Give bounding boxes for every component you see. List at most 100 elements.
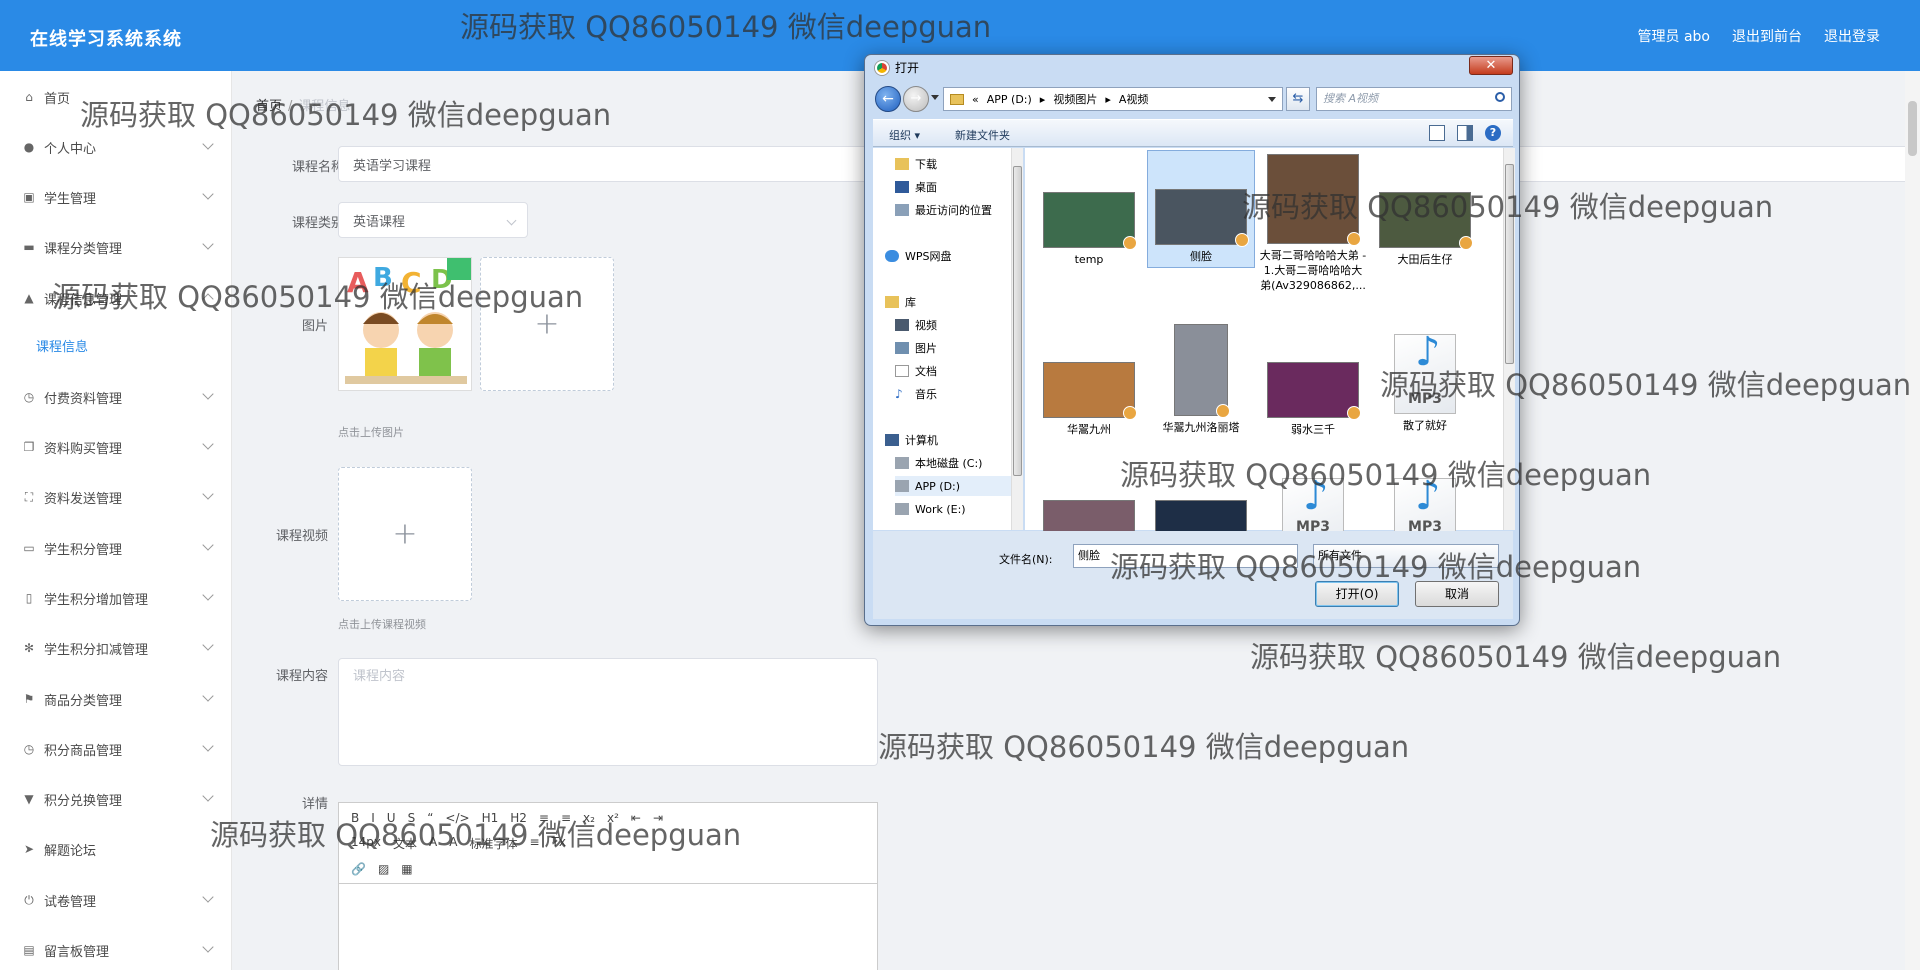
navigation-scrollbar[interactable] bbox=[1011, 148, 1023, 530]
file-item[interactable]: 华翯九州 bbox=[1035, 324, 1143, 437]
outdent-button[interactable]: ⇤ bbox=[631, 811, 641, 825]
file-list-scrollbar-thumb[interactable] bbox=[1505, 164, 1514, 364]
sidebar-item-points-exchange[interactable]: ▼ 积分兑换管理 bbox=[0, 779, 232, 819]
file-item[interactable]: ♪ MP3 散了就好 bbox=[1371, 324, 1479, 433]
clear-format-button[interactable]: Tx bbox=[552, 835, 566, 852]
forward-arrow-icon[interactable]: → bbox=[903, 86, 929, 112]
sidebar-item-points-deduct[interactable]: ✻ 学生积分扣减管理 bbox=[0, 628, 232, 668]
sidebar-item-message-board[interactable]: ▤ 留言板管理 bbox=[0, 930, 232, 970]
breadcrumb-home[interactable]: 首页 bbox=[256, 99, 282, 114]
file-item[interactable]: temp bbox=[1035, 154, 1143, 267]
font-size-select[interactable]: 14px bbox=[351, 835, 381, 852]
address-bar[interactable]: « APP (D:) ▸ 视频图片 ▸ A视频 bbox=[943, 87, 1283, 111]
open-button[interactable]: 打开(O) bbox=[1315, 581, 1399, 607]
file-item[interactable]: 大田后生仔 bbox=[1371, 154, 1479, 267]
code-button[interactable]: </> bbox=[445, 811, 469, 825]
path-segment-folder[interactable]: 视频图片 bbox=[1053, 91, 1097, 107]
help-icon[interactable]: ? bbox=[1485, 125, 1501, 141]
page-scrollbar-thumb[interactable] bbox=[1908, 101, 1917, 156]
course-content-textarea[interactable]: 课程内容 bbox=[338, 658, 878, 766]
file-item[interactable]: 弱水三千 bbox=[1259, 324, 1367, 437]
dialog-search-input[interactable]: 搜索 A视频 bbox=[1316, 87, 1512, 111]
sidebar-item-students[interactable]: ▣ 学生管理 bbox=[0, 177, 232, 217]
file-item[interactable]: 华翯九州洛丽塔 bbox=[1147, 324, 1255, 435]
path-segment-drive[interactable]: APP (D:) bbox=[987, 93, 1032, 106]
bullet-list-button[interactable]: ≡ bbox=[561, 811, 571, 825]
link-icon[interactable]: 🔗 bbox=[351, 862, 366, 876]
heading-select[interactable]: 文本 bbox=[393, 835, 417, 852]
view-mode-icon[interactable] bbox=[1429, 125, 1445, 141]
sidebar-item-profile[interactable]: ● 个人中心 bbox=[0, 127, 232, 167]
video-upload-box[interactable]: + bbox=[338, 467, 472, 601]
file-type-select[interactable]: 所有文件 bbox=[1313, 544, 1499, 568]
file-list-scrollbar[interactable] bbox=[1503, 148, 1515, 530]
sidebar-item-forum[interactable]: ➤ 解题论坛 bbox=[0, 829, 232, 869]
organize-button[interactable]: 组织 ▾ bbox=[889, 127, 920, 143]
h2-button[interactable]: H2 bbox=[510, 811, 527, 825]
file-item[interactable]: 大哥二哥哈哈哈大弟 - 1.大哥二哥哈哈哈大弟(Av329086862,... bbox=[1259, 154, 1367, 293]
filename-input[interactable]: 侧脸 bbox=[1073, 544, 1298, 568]
back-arrow-icon[interactable]: ← bbox=[875, 86, 901, 112]
course-category-select[interactable]: 英语课程 bbox=[338, 202, 528, 238]
sidebar-item-points-add[interactable]: ▯ 学生积分增加管理 bbox=[0, 578, 232, 618]
path-overflow[interactable]: « bbox=[972, 93, 979, 106]
play-icon bbox=[1235, 233, 1249, 247]
sidebar-item-goods-category[interactable]: ⚑ 商品分类管理 bbox=[0, 679, 232, 719]
new-folder-button[interactable]: 新建文件夹 bbox=[955, 127, 1010, 143]
font-color-button[interactable]: A bbox=[429, 835, 437, 852]
tree-item-label: 桌面 bbox=[915, 181, 937, 194]
sidebar-item-student-points[interactable]: ▭ 学生积分管理 bbox=[0, 528, 232, 568]
align-button[interactable]: ≡ bbox=[529, 835, 539, 852]
path-separator: ▸ bbox=[1039, 92, 1046, 106]
history-dropdown-icon[interactable] bbox=[931, 95, 939, 100]
tree-item-library[interactable]: 库 bbox=[885, 292, 1023, 312]
back-to-front-link[interactable]: 退出到前台 bbox=[1732, 26, 1802, 46]
ordered-list-button[interactable]: ≡ bbox=[539, 811, 549, 825]
cancel-button[interactable]: 取消 bbox=[1415, 581, 1499, 607]
quote-button[interactable]: “ bbox=[427, 811, 433, 825]
image-upload-box[interactable]: + bbox=[480, 257, 614, 391]
close-icon[interactable]: ✕ bbox=[1469, 56, 1513, 75]
underline-button[interactable]: U bbox=[387, 811, 396, 825]
sidebar-item-material-purchase[interactable]: ❐ 资料购买管理 bbox=[0, 427, 232, 467]
sidebar-item-material-send[interactable]: ⛶ 资料发送管理 bbox=[0, 477, 232, 517]
navigation-scrollbar-thumb[interactable] bbox=[1013, 166, 1022, 476]
italic-button[interactable]: I bbox=[371, 811, 375, 825]
sidebar-item-course-category[interactable]: ▬ 课程分类管理 bbox=[0, 227, 232, 267]
sidebar-item-home[interactable]: ⌂ 首页 bbox=[0, 77, 232, 117]
sidebar-item-paid-materials[interactable]: ◷ 付费资料管理 bbox=[0, 377, 232, 417]
tree-item-computer[interactable]: 计算机 bbox=[885, 430, 1023, 450]
font-family-select[interactable]: 标准字体 bbox=[469, 835, 517, 852]
sidebar-item-label: 课程信息 bbox=[36, 339, 89, 355]
h1-button[interactable]: H1 bbox=[482, 811, 499, 825]
uploaded-course-image[interactable]: A B C D bbox=[338, 257, 472, 391]
chevron-down-icon[interactable] bbox=[1268, 97, 1276, 102]
path-segment-current[interactable]: A视频 bbox=[1119, 91, 1149, 107]
bold-button[interactable]: B bbox=[351, 811, 359, 825]
rich-text-editor[interactable]: B I U S “ </> H1 H2 ≡ ≡ x₂ x² ⇤ ⇥ 14px 文… bbox=[338, 802, 878, 970]
logout-link[interactable]: 退出登录 bbox=[1824, 26, 1880, 46]
sidebar-item-course-info[interactable]: 课程信息 bbox=[0, 325, 232, 365]
preview-pane-icon[interactable] bbox=[1457, 125, 1473, 141]
breadcrumb-current: 课程信息 bbox=[298, 99, 351, 114]
sidebar-item-course-info-manage[interactable]: ▲ 课程信息管理 bbox=[0, 278, 232, 318]
video-icon[interactable]: ▦ bbox=[401, 862, 412, 876]
subscript-button[interactable]: x₂ bbox=[583, 811, 595, 825]
stamp-icon: ▼ bbox=[24, 792, 34, 806]
strike-button[interactable]: S bbox=[408, 811, 416, 825]
indent-button[interactable]: ⇥ bbox=[653, 811, 663, 825]
sidebar-item-points-goods[interactable]: ◷ 积分商品管理 bbox=[0, 729, 232, 769]
tree-item-wps-cloud[interactable]: WPS网盘 bbox=[885, 246, 1023, 266]
image-icon[interactable]: ▨ bbox=[378, 862, 389, 876]
page-scrollbar[interactable] bbox=[1905, 71, 1920, 970]
background-color-button[interactable]: A bbox=[449, 835, 457, 852]
refresh-icon[interactable]: ⇆ bbox=[1286, 87, 1310, 111]
admin-user-label[interactable]: 管理员 abo bbox=[1638, 26, 1710, 46]
file-item-selected[interactable]: 侧脸 bbox=[1147, 150, 1255, 268]
sidebar-item-exams[interactable]: ⏻ 试卷管理 bbox=[0, 880, 232, 920]
sidebar-item-label: 留言板管理 bbox=[44, 944, 110, 960]
tree-item-drive-d[interactable]: APP (D:) bbox=[895, 476, 1011, 496]
chevron-down-icon bbox=[202, 891, 214, 903]
clock-icon: ◷ bbox=[23, 390, 35, 404]
superscript-button[interactable]: x² bbox=[607, 811, 619, 825]
